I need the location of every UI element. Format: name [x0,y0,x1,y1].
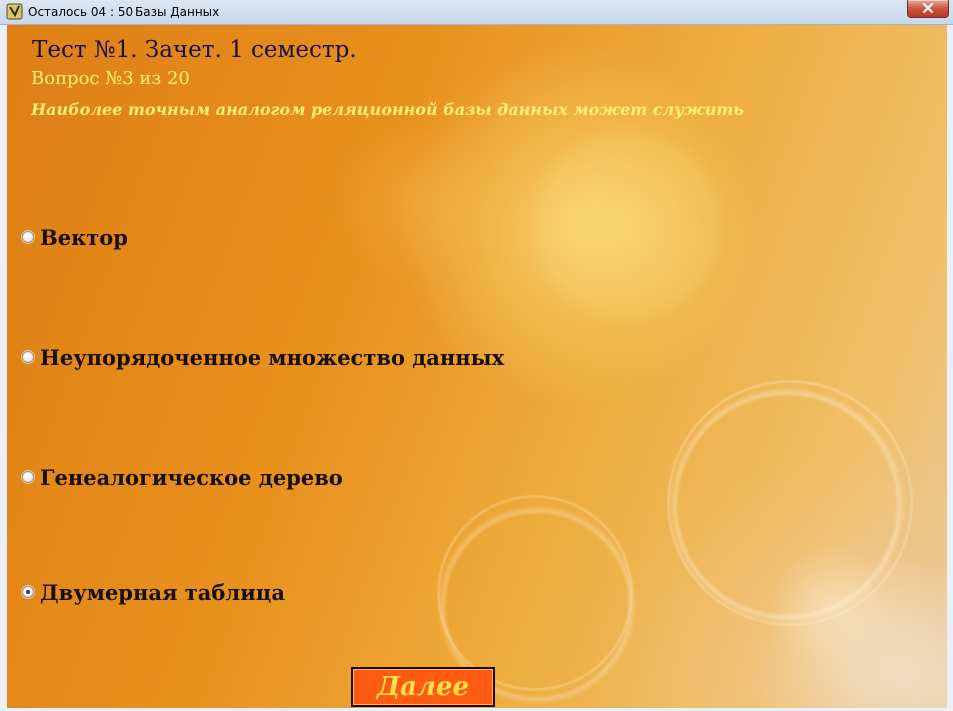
question-counter: Вопрос №3 из 20 [31,68,190,89]
background-bokeh [437,495,633,691]
radio-button[interactable] [22,471,34,483]
window-title: Базы Данных [135,5,220,19]
answer-label: Неупорядоченное множество данных [40,344,505,370]
background-bokeh [327,115,497,285]
answer-label: Вектор [40,224,128,250]
test-title: Тест №1. Зачет. 1 семестр. [32,37,357,63]
radio-button[interactable] [22,231,34,243]
background-bokeh [767,545,887,665]
answer-option[interactable]: Двумерная таблица [22,579,285,605]
background-bokeh [527,125,727,325]
radio-button-selected[interactable] [22,586,34,598]
answer-label: Двумерная таблица [40,579,285,605]
answer-option[interactable]: Генеалогическое дерево [22,464,343,490]
next-button[interactable]: Далее [351,667,495,707]
timer-text: Осталось 04 : 50 [28,5,134,19]
radio-button[interactable] [22,351,34,363]
next-button-label: Далее [376,672,470,702]
test-panel: Тест №1. Зачет. 1 семестр. Вопрос №3 из … [7,25,947,708]
app-window: Осталось 04 : 50 Базы Данных Тест №1. За… [0,0,953,711]
answer-label: Генеалогическое дерево [40,464,343,490]
background-bokeh [667,380,913,626]
answer-option[interactable]: Неупорядоченное множество данных [22,344,504,370]
close-icon [923,3,933,13]
question-text: Наиболее точным аналогом реляционной баз… [31,100,744,119]
close-button[interactable] [907,0,949,18]
app-icon [6,3,23,20]
title-bar[interactable]: Осталось 04 : 50 Базы Данных [0,0,953,25]
answer-option[interactable]: Вектор [22,224,128,250]
